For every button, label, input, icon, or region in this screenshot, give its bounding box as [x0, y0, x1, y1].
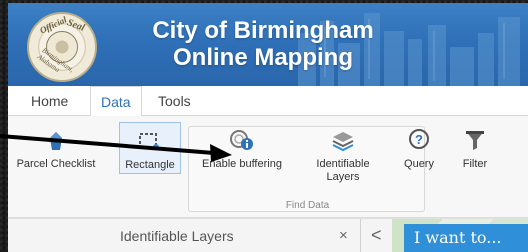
app-title-line1: City of Birmingham	[152, 17, 374, 44]
identifiable-layers-label-line1: Identifiable	[316, 158, 370, 170]
ribbon-toolbar: Parcel Checklist Rectangle Find Data Ena…	[8, 116, 528, 218]
app-header: Official Seal Birmingham, Alabama City o…	[8, 3, 528, 86]
filter-button[interactable]: Filter	[454, 128, 496, 171]
layers-icon	[332, 132, 354, 152]
app-title: City of Birmingham Online Mapping	[128, 17, 398, 71]
query-label: Query	[404, 158, 434, 170]
app-title-line2: Online Mapping	[173, 44, 353, 71]
city-seal-logo: Official Seal Birmingham, Alabama	[27, 12, 97, 82]
panel-title: Identifiable Layers	[120, 228, 234, 244]
chevron-left-icon[interactable]: <	[371, 225, 382, 246]
ribbon-tabs: Home Data Tools	[8, 86, 528, 117]
query-button[interactable]: ? Query	[398, 128, 440, 171]
tab-tools[interactable]: Tools	[158, 93, 191, 109]
seal-text-seal: Seal	[65, 17, 87, 34]
app-window: Official Seal Birmingham, Alabama City o…	[8, 3, 528, 252]
identifiable-layers-label-line2: Layers	[326, 171, 360, 183]
parcel-checklist-button[interactable]: Parcel Checklist	[10, 130, 102, 171]
tower-icon	[50, 132, 62, 150]
rectangle-select-icon	[139, 133, 159, 150]
i-want-to-button[interactable]: I want to...	[404, 224, 528, 252]
identifiable-layers-button[interactable]: Identifiable Layers	[300, 128, 386, 184]
filter-label: Filter	[462, 158, 488, 170]
find-data-group-label: Find Data	[285, 200, 330, 211]
identifiable-layers-panel-header: Identifiable Layers × < I want to...	[8, 218, 528, 252]
panel-divider	[360, 219, 361, 252]
query-icon: ?	[409, 129, 429, 149]
enable-buffering-button[interactable]: Enable buffering	[194, 128, 290, 171]
rectangle-button[interactable]: Rectangle	[119, 122, 181, 174]
buffer-info-icon	[230, 130, 253, 150]
tab-home[interactable]: Home	[31, 93, 68, 109]
parcel-checklist-label: Parcel Checklist	[16, 158, 96, 170]
close-icon[interactable]: ×	[339, 227, 348, 244]
rectangle-label: Rectangle	[125, 159, 175, 171]
enable-buffering-label: Enable buffering	[202, 158, 282, 170]
filter-icon	[466, 131, 484, 150]
tab-data[interactable]: Data	[90, 86, 142, 117]
svg-text:?: ?	[415, 132, 423, 147]
